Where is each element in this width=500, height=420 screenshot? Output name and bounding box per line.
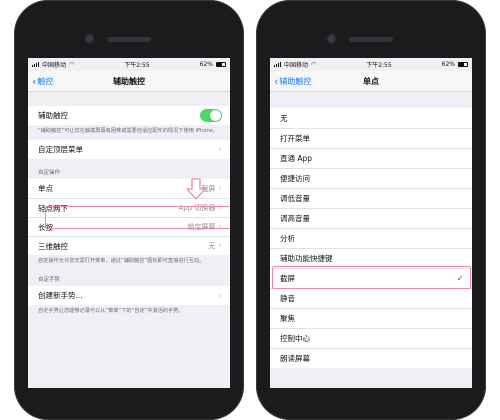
- option-row[interactable]: 打开菜单: [270, 128, 472, 148]
- chevron-right-icon: ›: [218, 241, 222, 252]
- option-label: 便捷访问: [280, 174, 310, 183]
- status-time: 下午2:55: [366, 62, 392, 69]
- signal-icon: [32, 62, 39, 67]
- option-label: 控制中心: [280, 334, 310, 343]
- action-row-long-press[interactable]: 长按 锁定屏幕 ›: [28, 217, 230, 237]
- signal-icon: [274, 62, 281, 67]
- right-screen: 中国移动 ◠ 下午2:55 62% ‹ 辅助触控 单点 无打开菜单直通 App 便…: [270, 58, 472, 388]
- option-label: 辅助功能快捷键: [280, 254, 333, 263]
- earpiece-speaker: [107, 37, 151, 42]
- custom-actions-footer: 自定操作允许您无需打开菜单，通过“辅助触控”图标即可直接进行互动。: [38, 258, 205, 265]
- earpiece-speaker: [349, 37, 393, 42]
- left-phone: 中国移动 ◠ 下午2:55 62% ‹ 触控 辅助触控 辅助触控 “辅助触控”可…: [14, 0, 244, 420]
- carrier-label: 中国移动: [42, 62, 67, 69]
- status-bar: 中国移动 ◠ 下午2:55 62%: [270, 58, 472, 71]
- option-row[interactable]: 分析: [270, 228, 472, 248]
- back-label: 触控: [37, 76, 54, 86]
- action-label: 轻点两下: [38, 203, 68, 213]
- option-label: 聚焦: [280, 314, 295, 323]
- action-label: 三维触控: [38, 241, 68, 251]
- page-title: 单点: [363, 76, 379, 86]
- option-list: 无打开菜单直通 App 便捷访问调低音量调高音量分析辅助功能快捷键 截屏 ✓ 静音聚焦控…: [270, 108, 472, 368]
- option-label: 打开菜单: [280, 134, 310, 143]
- option-row[interactable]: 便捷访问: [270, 168, 472, 188]
- create-gesture-label: 创建新手势...: [38, 291, 83, 301]
- chevron-right-icon: ›: [218, 222, 222, 233]
- front-camera: [86, 35, 93, 42]
- action-value: 锁定屏幕: [187, 223, 216, 232]
- chevron-right-icon: ›: [218, 183, 222, 194]
- action-value: 无: [208, 242, 216, 251]
- custom-gestures-footer: 自定手势让您能够记录可以从“菜单”下的“自定”中激活的手势。: [38, 308, 184, 315]
- option-row[interactable]: 控制中心: [270, 328, 472, 348]
- chevron-left-icon: ‹: [32, 74, 37, 88]
- option-label: 调低音量: [280, 194, 310, 203]
- right-phone: 中国移动 ◠ 下午2:55 62% ‹ 辅助触控 单点 无打开菜单直通 App 便…: [256, 0, 486, 420]
- page-title: 辅助触控: [113, 76, 145, 86]
- back-button[interactable]: ‹ 触控: [32, 71, 53, 91]
- assistive-touch-toggle[interactable]: [200, 109, 222, 122]
- nav-bar: ‹ 触控 辅助触控: [28, 71, 230, 92]
- option-row[interactable]: 聚焦: [270, 308, 472, 328]
- action-row-double-tap[interactable]: 轻点两下 App 切换器 ›: [28, 198, 230, 218]
- option-label: 静音: [280, 294, 295, 303]
- custom-gestures-header: 自定手势: [38, 277, 61, 284]
- left-screen: 中国移动 ◠ 下午2:55 62% ‹ 触控 辅助触控 辅助触控 “辅助触控”可…: [28, 58, 230, 388]
- create-gesture-row[interactable]: 创建新手势... ›: [28, 286, 230, 306]
- back-label: 辅助触控: [279, 76, 312, 86]
- assistive-touch-label: 辅助触控: [38, 111, 68, 120]
- wifi-icon: ◠: [69, 61, 75, 68]
- action-label: 长按: [38, 222, 53, 232]
- status-time: 下午2:55: [124, 62, 150, 69]
- option-label: 调高音量: [280, 214, 310, 223]
- option-label: 无: [280, 113, 288, 123]
- action-label: 单点: [38, 184, 53, 194]
- custom-actions-header: 自定操作: [38, 170, 61, 177]
- down-arrow-icon: [186, 178, 206, 200]
- assistive-touch-description: “辅助触控”可让您在触摸屏幕有困难或需要自适应配件的情况下使用 iPhone。: [38, 128, 219, 134]
- option-row[interactable]: 朗读屏幕: [270, 348, 472, 368]
- checkmark-icon: ✓: [456, 273, 464, 284]
- chevron-right-icon: ›: [218, 290, 222, 301]
- status-bar: 中国移动 ◠ 下午2:55 62%: [28, 58, 230, 71]
- back-button[interactable]: ‹ 辅助触控: [274, 71, 311, 91]
- assistive-touch-row: 辅助触控: [28, 106, 230, 125]
- battery-percent: 62%: [199, 61, 213, 68]
- customize-top-menu-label: 自定顶层菜单: [38, 145, 83, 155]
- wifi-icon: ◠: [311, 61, 317, 68]
- option-label: 分析: [280, 234, 295, 243]
- chevron-left-icon: ‹: [274, 74, 279, 88]
- option-row[interactable]: 调高音量: [270, 208, 472, 228]
- customize-top-menu-row[interactable]: 自定顶层菜单 ›: [28, 140, 230, 160]
- carrier-label: 中国移动: [284, 62, 309, 69]
- nav-bar: ‹ 辅助触控 单点: [270, 71, 472, 92]
- battery-icon: [216, 62, 226, 67]
- option-label: 截屏: [280, 274, 295, 283]
- option-row[interactable]: 静音: [270, 288, 472, 308]
- option-label: 朗读屏幕: [280, 354, 310, 363]
- option-row[interactable]: 辅助功能快捷键: [270, 248, 472, 268]
- option-row[interactable]: 无: [270, 108, 472, 128]
- option-label: 直通 App: [280, 154, 313, 163]
- chevron-right-icon: ›: [218, 144, 222, 155]
- chevron-right-icon: ›: [218, 203, 222, 214]
- option-row[interactable]: 调低音量: [270, 188, 472, 208]
- action-row-3d-touch[interactable]: 三维触控 无 ›: [28, 236, 230, 256]
- battery-percent: 62%: [441, 61, 455, 68]
- option-row[interactable]: 直通 App: [270, 148, 472, 168]
- battery-icon: [458, 62, 468, 67]
- front-camera: [328, 35, 335, 42]
- option-row[interactable]: 截屏 ✓: [270, 268, 472, 288]
- action-value: App 切换器: [178, 204, 216, 213]
